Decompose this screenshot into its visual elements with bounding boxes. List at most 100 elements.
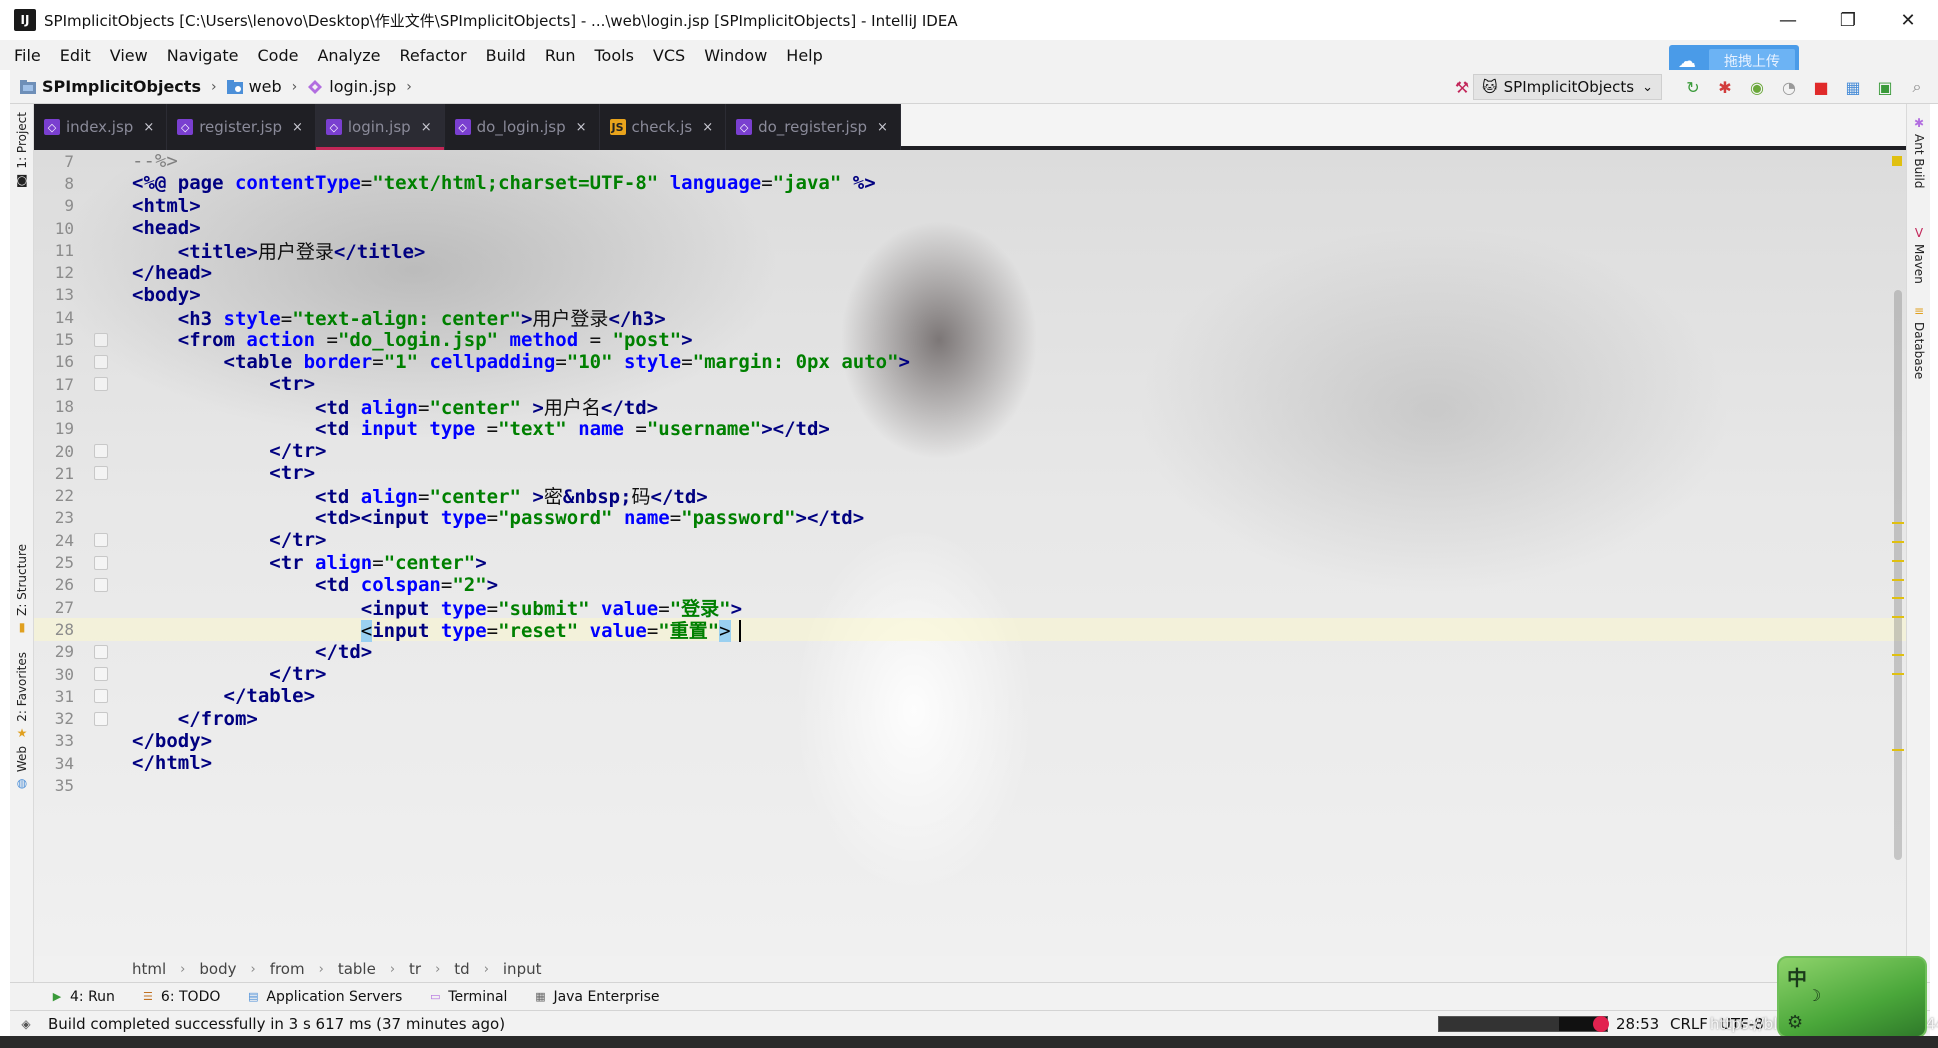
warning-marker[interactable] <box>1892 616 1904 619</box>
line-number[interactable]: 19 <box>34 419 74 438</box>
code-line[interactable]: 33 </body> <box>34 730 1906 752</box>
code-line[interactable]: 10 <head> <box>34 217 1906 239</box>
code-line[interactable]: 23 <td><input type="password" name="pass… <box>34 507 1906 529</box>
breadcrumb-tag-input[interactable]: input <box>503 960 542 978</box>
fold-marker-icon[interactable] <box>94 444 108 459</box>
code-line[interactable]: 35 <box>34 774 1906 796</box>
line-number[interactable]: 13 <box>34 285 74 304</box>
close-icon[interactable]: × <box>292 120 303 135</box>
inspection-status-icon[interactable] <box>1892 156 1902 166</box>
fold-marker-icon[interactable] <box>94 711 108 726</box>
code-line[interactable]: 19 <td input type ="text" name ="usernam… <box>34 418 1906 440</box>
code-text[interactable]: <tr> <box>132 462 315 484</box>
minimize-button[interactable]: — <box>1758 0 1818 40</box>
favorites-tool-tab[interactable]: 2: Favorites ★ <box>10 652 34 740</box>
line-number[interactable]: 26 <box>34 575 74 594</box>
line-number[interactable]: 23 <box>34 508 74 527</box>
menu-view[interactable]: View <box>110 46 148 65</box>
code-text[interactable]: <td colspan="2"> <box>132 574 498 596</box>
close-icon[interactable]: × <box>143 120 154 135</box>
tab-index-jsp[interactable]: ◇ index.jsp × <box>34 104 168 150</box>
terminal-tool-tab[interactable]: ▭ Terminal <box>428 989 507 1005</box>
code-line[interactable]: 8 <%@ page contentType="text/html;charset… <box>34 172 1906 194</box>
code-text[interactable]: </td> <box>132 641 372 663</box>
ant-build-tool-tab[interactable]: ✱ Ant Build <box>1907 112 1931 188</box>
breadcrumb-tag-table[interactable]: table <box>338 960 376 978</box>
code-text[interactable]: <from action ="do_login.jsp" method = "p… <box>132 329 693 351</box>
line-number[interactable]: 30 <box>34 665 74 684</box>
profile-icon[interactable]: ◔ <box>1778 76 1800 98</box>
gear-icon[interactable]: ⚙ <box>1787 1012 1803 1033</box>
tab-do-register-jsp[interactable]: ◇ do_register.jsp × <box>726 104 901 150</box>
code-text[interactable]: <%@ page contentType="text/html;charset=… <box>132 172 876 194</box>
fold-marker-icon[interactable] <box>94 466 108 481</box>
code-text[interactable]: --%> <box>132 150 178 172</box>
code-line[interactable]: 28 <input type="reset" value="重置"> <box>34 616 1906 643</box>
warning-marker[interactable] <box>1892 597 1904 600</box>
project-structure-icon[interactable]: ▦ <box>1842 76 1864 98</box>
search-icon[interactable]: ⌕ <box>1906 76 1928 98</box>
menu-build[interactable]: Build <box>486 46 526 65</box>
line-number[interactable]: 33 <box>34 731 74 750</box>
fold-marker-icon[interactable] <box>94 377 108 392</box>
warning-marker[interactable] <box>1892 559 1904 562</box>
code-line[interactable]: 15 <from action ="do_login.jsp" method =… <box>34 328 1906 351</box>
line-number[interactable]: 21 <box>34 464 74 483</box>
code-line[interactable]: 27 <input type="submit" value="登录"> <box>34 596 1906 620</box>
code-text[interactable]: </from> <box>132 708 258 730</box>
code-line[interactable]: 31 </table> <box>34 685 1906 707</box>
code-text[interactable]: </html> <box>132 752 212 774</box>
code-editor[interactable]: 7 --%> 8 <%@ page contentType="text/html;ch… <box>34 150 1906 956</box>
line-number[interactable]: 34 <box>34 754 74 773</box>
menu-edit[interactable]: Edit <box>60 46 91 65</box>
web-tool-tab[interactable]: Web ◍ <box>10 746 34 790</box>
line-number[interactable]: 9 <box>34 196 74 215</box>
coverage-icon[interactable]: ◉ <box>1746 76 1768 98</box>
close-icon[interactable]: × <box>421 120 432 135</box>
line-separator[interactable]: CRLF <box>1670 1015 1708 1033</box>
code-text[interactable]: <input type="reset" value="重置"> <box>132 616 741 643</box>
code-text[interactable]: </table> <box>132 685 316 707</box>
code-line[interactable]: 18 <td align="center" >用户名</td> <box>34 395 1906 419</box>
breadcrumb-tag-tr[interactable]: tr <box>409 960 421 978</box>
code-text[interactable]: <html> <box>132 195 201 217</box>
fold-marker-icon[interactable] <box>94 644 108 659</box>
status-message[interactable]: Build completed successfully in 3 s 617 … <box>48 1015 505 1033</box>
tab-check-js[interactable]: JS check.js × <box>600 104 727 150</box>
fold-marker-icon[interactable] <box>94 354 108 369</box>
menu-help[interactable]: Help <box>786 46 822 65</box>
fold-marker-icon[interactable] <box>94 332 108 347</box>
line-number[interactable]: 28 <box>34 620 74 639</box>
menu-file[interactable]: File <box>14 46 41 65</box>
ime-widget[interactable]: 中 ☽ ⚙ <box>1777 956 1927 1038</box>
code-text[interactable]: <td align="center" >密&nbsp;码</td> <box>132 482 708 509</box>
maximize-button[interactable]: ❐ <box>1818 0 1878 40</box>
application-servers-tool-tab[interactable]: ▤ Application Servers <box>246 989 402 1005</box>
close-icon[interactable]: × <box>702 120 713 135</box>
close-icon[interactable]: × <box>877 120 888 135</box>
fold-marker-icon[interactable] <box>94 577 108 592</box>
code-line[interactable]: 9 <html> <box>34 195 1906 217</box>
moon-icon[interactable]: ☽ <box>1807 986 1821 1005</box>
code-line[interactable]: 34 </html> <box>34 752 1906 774</box>
code-line[interactable]: 20 </tr> <box>34 440 1906 462</box>
code-line[interactable]: 30 </tr> <box>34 663 1906 685</box>
code-line[interactable]: 11 <title>用户登录</title> <box>34 239 1906 263</box>
line-number[interactable]: 29 <box>34 642 74 661</box>
code-text[interactable]: </tr> <box>132 529 326 551</box>
line-number[interactable]: 12 <box>34 263 74 282</box>
code-line[interactable]: 7 --%> <box>34 150 1906 172</box>
breadcrumb-tag-from[interactable]: from <box>270 960 305 978</box>
rerun-icon[interactable]: ↻ <box>1682 76 1704 98</box>
warning-marker[interactable] <box>1892 673 1904 676</box>
nav-folder-web[interactable]: web <box>249 77 282 96</box>
java-enterprise-tool-tab[interactable]: ▦ Java Enterprise <box>533 989 659 1005</box>
menu-code[interactable]: Code <box>258 46 299 65</box>
line-number[interactable]: 7 <box>34 152 74 171</box>
code-line[interactable]: 26 <td colspan="2"> <box>34 574 1906 596</box>
line-number[interactable]: 18 <box>34 397 74 416</box>
code-text[interactable]: <td><input type="password" name="passwor… <box>132 507 864 529</box>
tab-login-jsp[interactable]: ◇ login.jsp × <box>315 104 445 150</box>
code-line[interactable]: 12 </head> <box>34 262 1906 284</box>
warning-marker[interactable] <box>1892 578 1904 581</box>
